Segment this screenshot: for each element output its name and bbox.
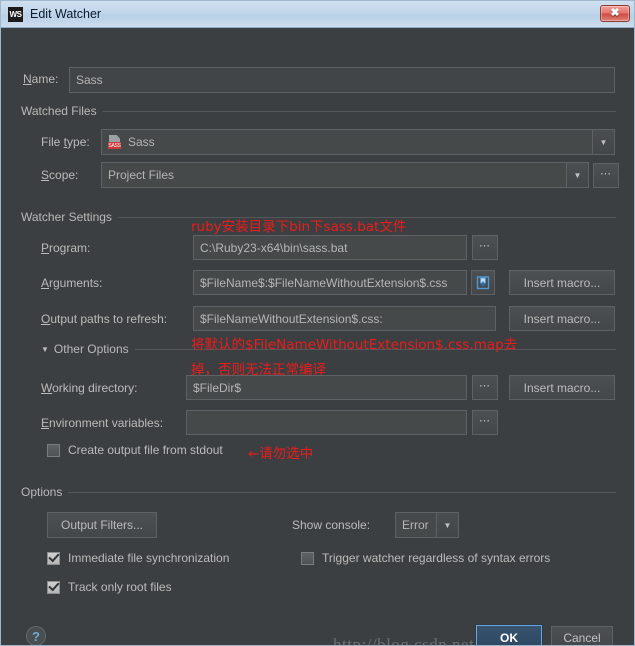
environment-variables-input[interactable]: [186, 410, 467, 435]
scope-value: Project Files: [108, 168, 175, 182]
dialog-content: Name: Sass Watched Files File type: SASS…: [1, 28, 634, 645]
name-label: Name:: [23, 72, 59, 86]
program-browse-button[interactable]: ⋯: [472, 235, 498, 260]
sass-icon-label: SASS: [108, 142, 121, 149]
insert-macro-icon-button[interactable]: [471, 270, 495, 295]
chevron-down-icon: ▼: [41, 344, 49, 354]
edit-watcher-dialog: WS Edit Watcher ✖ Name: Sass Watched Fil…: [0, 0, 635, 646]
track-only-root-checkbox[interactable]: [47, 580, 60, 594]
other-options-label: Other Options: [53, 342, 129, 356]
trigger-watcher-label: Trigger watcher regardless of syntax err…: [322, 551, 551, 565]
immediate-file-sync-label: Immediate file synchronization: [68, 551, 230, 565]
section-divider: [68, 491, 616, 493]
immediate-file-sync-checkbox[interactable]: [47, 551, 60, 565]
trigger-watcher-checkbox[interactable]: [301, 551, 314, 565]
show-console-label: Show console:: [292, 518, 371, 532]
arguments-label: Arguments:: [41, 276, 103, 290]
program-annotation: ruby安装目录下bin下sass.bat文件: [191, 219, 407, 235]
title-bar: WS Edit Watcher ✖: [1, 1, 634, 28]
environment-variables-browse-button[interactable]: ⋯: [472, 410, 498, 435]
section-divider: [102, 110, 616, 112]
help-button[interactable]: ?: [26, 626, 46, 645]
ok-button[interactable]: OK: [476, 625, 542, 645]
window-title: Edit Watcher: [30, 7, 102, 21]
scope-browse-button[interactable]: ⋯: [593, 163, 619, 188]
working-directory-browse-button[interactable]: ⋯: [472, 375, 498, 400]
environment-variables-label: Environment variables:: [41, 416, 164, 430]
working-directory-input[interactable]: $FileDir$: [186, 375, 467, 400]
cancel-button[interactable]: Cancel: [551, 626, 613, 645]
stdout-annotation: ←请勿选中: [248, 446, 314, 462]
arguments-input[interactable]: $FileName$:$FileNameWithoutExtension$.cs…: [193, 270, 467, 295]
trigger-watcher-row[interactable]: Trigger watcher regardless of syntax err…: [301, 551, 550, 565]
insert-macro-icon: [476, 275, 490, 289]
show-console-combo[interactable]: Error ▼: [395, 512, 459, 538]
options-section-header: Options: [21, 485, 616, 499]
chevron-down-icon[interactable]: ▼: [592, 130, 614, 154]
working-directory-insert-macro-button[interactable]: Insert macro...: [509, 375, 615, 400]
output-annotation-line1: 将默认的$FileNameWithoutExtension$.css.map去: [191, 337, 518, 353]
name-input[interactable]: Sass: [69, 67, 615, 93]
watched-files-section-label: Watched Files: [21, 104, 97, 118]
close-button[interactable]: ✖: [600, 5, 630, 22]
output-paths-insert-macro-button[interactable]: Insert macro...: [509, 306, 615, 331]
scope-combo[interactable]: Project Files ▼: [101, 162, 589, 188]
program-label: Program:: [41, 241, 91, 255]
webstorm-app-icon: WS: [8, 6, 23, 22]
options-section-label: Options: [21, 485, 63, 499]
create-output-from-stdout-checkbox[interactable]: [47, 443, 60, 457]
file-type-label: File type:: [41, 135, 90, 149]
track-only-root-row[interactable]: Track only root files: [47, 580, 172, 594]
watcher-settings-section-label: Watcher Settings: [21, 210, 112, 224]
file-type-combo[interactable]: SASS Sass ▼: [101, 129, 615, 155]
close-icon: ✖: [610, 7, 620, 19]
working-directory-label: Working directory:: [41, 381, 138, 395]
immediate-file-sync-row[interactable]: Immediate file synchronization: [47, 551, 229, 565]
create-output-from-stdout-row[interactable]: Create output file from stdout: [47, 443, 223, 457]
output-filters-button[interactable]: Output Filters...: [47, 512, 157, 538]
watched-files-section-header: Watched Files: [21, 104, 616, 118]
arguments-insert-macro-button[interactable]: Insert macro...: [509, 270, 615, 295]
chevron-down-icon[interactable]: ▼: [436, 513, 458, 537]
output-paths-input[interactable]: $FileNameWithoutExtension$.css:: [193, 306, 496, 331]
file-type-value: Sass: [128, 135, 155, 149]
sass-file-icon: SASS: [108, 135, 122, 149]
program-input[interactable]: C:\Ruby23-x64\bin\sass.bat: [193, 235, 467, 260]
show-console-value: Error: [402, 518, 429, 532]
scope-label: Scope:: [41, 168, 79, 182]
track-only-root-label: Track only root files: [68, 580, 172, 594]
chevron-down-icon[interactable]: ▼: [566, 163, 588, 187]
create-output-from-stdout-label: Create output file from stdout: [68, 443, 223, 457]
output-paths-label: Output paths to refresh:: [41, 312, 168, 326]
